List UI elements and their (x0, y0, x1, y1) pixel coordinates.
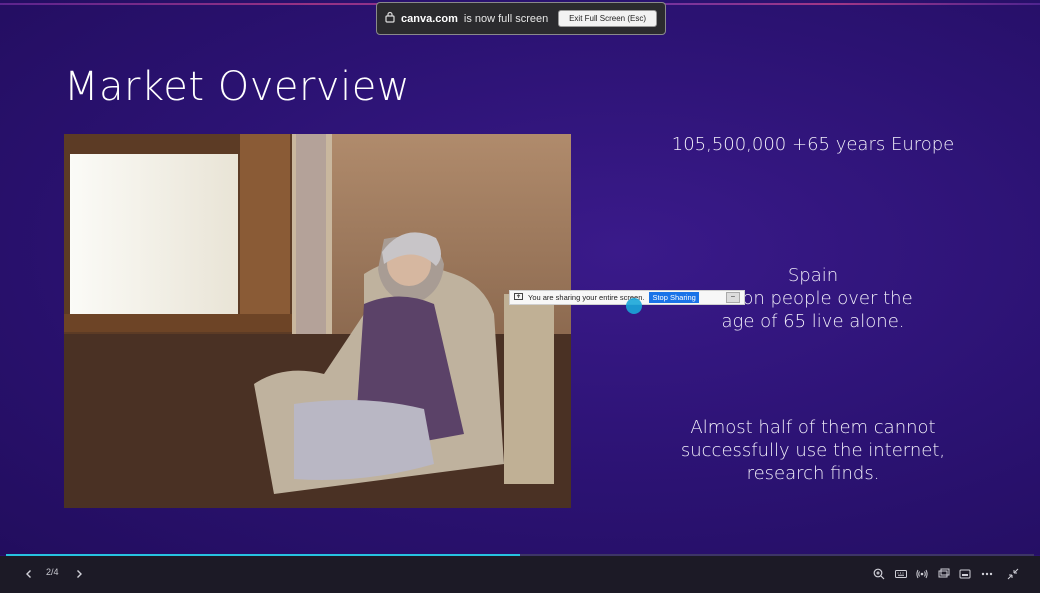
cursor-highlight (626, 298, 642, 314)
previous-slide-button[interactable] (22, 566, 36, 582)
keyboard-shortcuts-button[interactable] (894, 566, 908, 582)
broadcast-button[interactable] (915, 566, 929, 582)
presenter-view-button[interactable] (937, 566, 951, 582)
exit-fullscreen-button[interactable]: Exit Full Screen (Esc) (558, 10, 657, 27)
exit-fullscreen-icon (1007, 568, 1019, 580)
stat-internet-use: Almost half of them cannot successfully … (680, 417, 946, 484)
stop-sharing-button[interactable]: Stop Sharing (649, 292, 699, 303)
chevron-left-icon (26, 570, 31, 578)
lock-icon (385, 11, 395, 26)
more-options-button[interactable] (980, 566, 994, 582)
page-title: Market Overview (64, 64, 411, 110)
keyboard-icon (895, 570, 907, 578)
chevron-right-icon (77, 570, 82, 578)
fullscreen-icon (959, 569, 971, 579)
page-indicator: 2/4 (46, 567, 59, 577)
slide: Market Overview 105,500,000 +65 years Eu… (0, 0, 1040, 555)
hide-sharing-bar-button[interactable]: – (726, 292, 740, 303)
more-icon (981, 572, 993, 576)
share-screen-icon (514, 293, 523, 302)
exit-fullscreen-player-button[interactable] (1006, 566, 1020, 582)
zoom-icon (873, 568, 885, 580)
broadcast-icon (916, 569, 928, 579)
presentation-controls: 2/4 (0, 556, 1040, 593)
zoom-button[interactable] (872, 566, 886, 582)
stat-europe: 105,500,000 +65 years Europe (671, 134, 955, 155)
fullscreen-domain: canva.com (401, 12, 458, 25)
photo-elderly-woman (64, 134, 571, 508)
display-button[interactable] (958, 566, 972, 582)
present-icon (938, 568, 950, 578)
fullscreen-text: is now full screen (463, 12, 549, 25)
next-slide-button[interactable] (72, 566, 86, 582)
fullscreen-notice: canva.com is now full screen Exit Full S… (376, 2, 666, 35)
